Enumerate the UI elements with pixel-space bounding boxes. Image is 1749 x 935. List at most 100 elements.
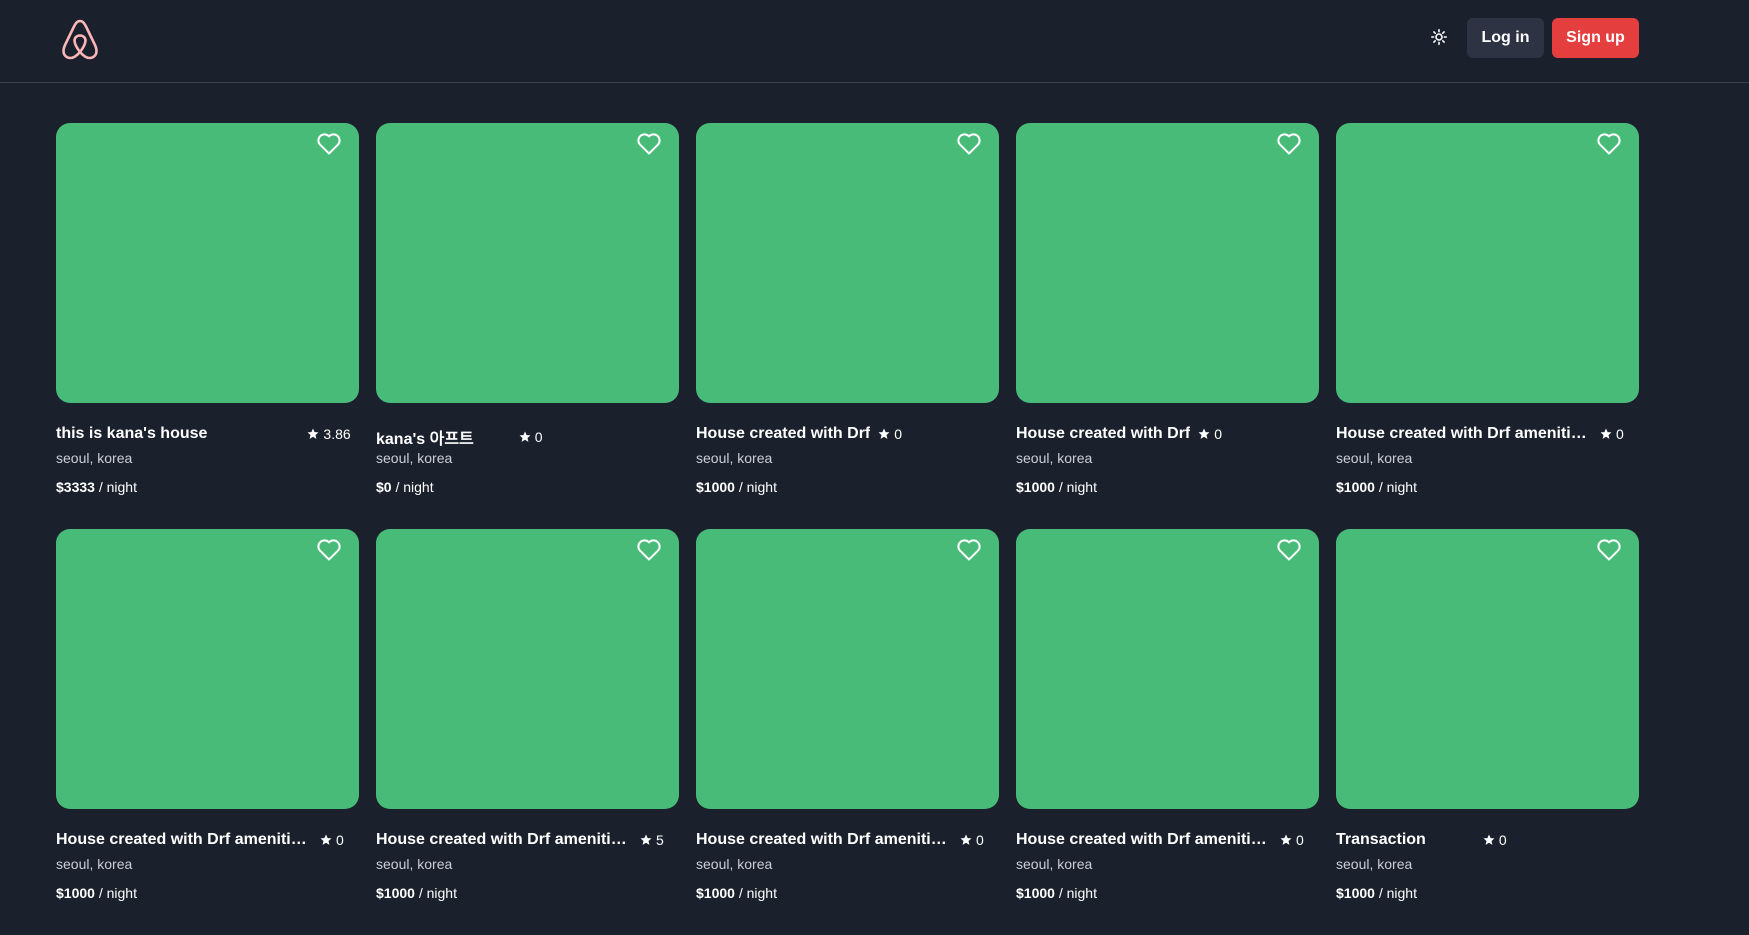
- listing-thumbnail[interactable]: [696, 529, 999, 809]
- listing-title-row: House created with Drf amenities 0: [696, 831, 999, 849]
- listing-title-row: House created with Drf amenities 0: [1336, 425, 1639, 443]
- heart-icon[interactable]: [1277, 539, 1301, 561]
- listing-title-row: House created with Drf 0: [696, 425, 999, 443]
- listing-rating: 0: [1600, 426, 1624, 442]
- rating-value: 0: [534, 429, 543, 445]
- heart-icon[interactable]: [1597, 539, 1621, 561]
- star-icon: [1280, 834, 1292, 845]
- listing-title-row: House created with Drf amenities 0: [56, 831, 359, 849]
- listing-rating: 0: [1483, 832, 1507, 848]
- listing-location: seoul, korea: [696, 450, 773, 466]
- listing-title: Transaction: [1336, 831, 1426, 848]
- listing-title-row: House created with Drf amenities 0: [1016, 831, 1319, 849]
- listing-rating: 0: [519, 429, 543, 445]
- heart-icon[interactable]: [637, 133, 661, 155]
- star-icon: [1198, 428, 1210, 439]
- price-unit: / night: [1058, 479, 1097, 495]
- signup-button[interactable]: Sign up: [1552, 18, 1639, 58]
- listing-rating: 0: [1198, 426, 1222, 442]
- listing-card[interactable]: House created with Drf 0 seoul, korea $1…: [696, 123, 999, 529]
- heart-icon[interactable]: [637, 539, 661, 561]
- price-unit: / night: [98, 479, 137, 495]
- listing-location: seoul, korea: [1016, 450, 1093, 466]
- rating-value: 3.86: [323, 426, 351, 442]
- heart-icon[interactable]: [317, 539, 341, 561]
- listing-rating: 0: [878, 426, 902, 442]
- listing-card[interactable]: House created with Drf amenities 0 seoul…: [56, 529, 359, 935]
- star-icon: [960, 834, 972, 845]
- listing-card[interactable]: kana's 아프트 0 seoul, korea $0 / night: [376, 123, 679, 529]
- price-amount: $1000: [376, 885, 415, 901]
- price-unit: / night: [1058, 885, 1097, 901]
- listing-title: kana's 아프트: [376, 431, 474, 448]
- heart-icon[interactable]: [1597, 133, 1621, 155]
- price-unit: / night: [395, 479, 434, 495]
- listing-thumbnail[interactable]: [376, 123, 679, 403]
- listing-location: seoul, korea: [56, 450, 133, 466]
- price-amount: $3333: [56, 479, 95, 495]
- heart-icon[interactable]: [957, 539, 981, 561]
- listing-location: seoul, korea: [376, 450, 453, 466]
- listing-location: seoul, korea: [696, 856, 773, 872]
- listing-rating: 0: [960, 832, 984, 848]
- listing-thumbnail[interactable]: [56, 123, 359, 403]
- price-amount: $1000: [696, 479, 735, 495]
- heart-icon[interactable]: [317, 133, 341, 155]
- rating-value: 0: [894, 426, 903, 442]
- listing-price: $1000 / night: [56, 885, 137, 901]
- listing-location: seoul, korea: [1336, 856, 1413, 872]
- listing-card[interactable]: House created with Drf amenities 5 seoul…: [376, 529, 679, 935]
- price-unit: / night: [418, 885, 457, 901]
- listing-price: $1000 / night: [1336, 885, 1417, 901]
- listing-price: $1000 / night: [696, 885, 777, 901]
- listing-rating: 0: [1280, 832, 1304, 848]
- price-amount: $1000: [1016, 885, 1055, 901]
- listing-title: House created with Drf amenities: [1016, 831, 1268, 848]
- listing-card[interactable]: House created with Drf amenities 0 seoul…: [1016, 529, 1319, 935]
- airbnb-logo-icon[interactable]: [57, 16, 103, 62]
- star-icon: [320, 834, 332, 845]
- listing-thumbnail[interactable]: [1016, 529, 1319, 809]
- login-button[interactable]: Log in: [1467, 18, 1544, 58]
- listing-price: $1000 / night: [1016, 885, 1097, 901]
- listing-title: House created with Drf amenities: [696, 831, 948, 848]
- listing-title: House created with Drf amenities: [1336, 425, 1588, 442]
- listing-thumbnail[interactable]: [1016, 123, 1319, 403]
- listing-thumbnail[interactable]: [56, 529, 359, 809]
- price-amount: $1000: [1336, 885, 1375, 901]
- rating-value: 0: [1498, 832, 1507, 848]
- listing-thumbnail[interactable]: [376, 529, 679, 809]
- price-amount: $1000: [1016, 479, 1055, 495]
- heart-icon[interactable]: [1277, 133, 1301, 155]
- price-unit: / night: [738, 479, 777, 495]
- listing-title-row: House created with Drf amenities 5: [376, 831, 679, 849]
- listing-rating: 0: [320, 832, 344, 848]
- price-unit: / night: [1378, 479, 1417, 495]
- rating-value: 0: [1214, 426, 1223, 442]
- top-navbar: Log in Sign up: [0, 0, 1749, 83]
- listing-price: $1000 / night: [376, 885, 457, 901]
- listing-price: $1000 / night: [1016, 479, 1097, 495]
- listing-title-row: Transaction 0: [1336, 831, 1639, 849]
- listing-card[interactable]: Transaction 0 seoul, korea $1000 / night: [1336, 529, 1639, 935]
- star-icon: [878, 428, 890, 439]
- price-amount: $0: [376, 479, 392, 495]
- listing-title: House created with Drf amenities: [56, 831, 308, 848]
- listing-card[interactable]: this is kana's house 3.86 seoul, korea $…: [56, 123, 359, 529]
- listing-thumbnail[interactable]: [696, 123, 999, 403]
- listings-grid: this is kana's house 3.86 seoul, korea $…: [56, 123, 1639, 935]
- theme-toggle-sun-icon[interactable]: [1424, 22, 1454, 52]
- listing-card[interactable]: House created with Drf amenities 0 seoul…: [696, 529, 999, 935]
- listing-location: seoul, korea: [56, 856, 133, 872]
- listing-card[interactable]: House created with Drf 0 seoul, korea $1…: [1016, 123, 1319, 529]
- listing-card[interactable]: House created with Drf amenities 0 seoul…: [1336, 123, 1639, 529]
- listing-thumbnail[interactable]: [1336, 529, 1639, 809]
- price-amount: $1000: [696, 885, 735, 901]
- rating-value: 0: [336, 832, 344, 848]
- heart-icon[interactable]: [957, 133, 981, 155]
- listing-price: $1000 / night: [1336, 479, 1417, 495]
- price-amount: $1000: [1336, 479, 1375, 495]
- rating-value: 5: [656, 832, 664, 848]
- listing-thumbnail[interactable]: [1336, 123, 1639, 403]
- star-icon: [1483, 834, 1495, 845]
